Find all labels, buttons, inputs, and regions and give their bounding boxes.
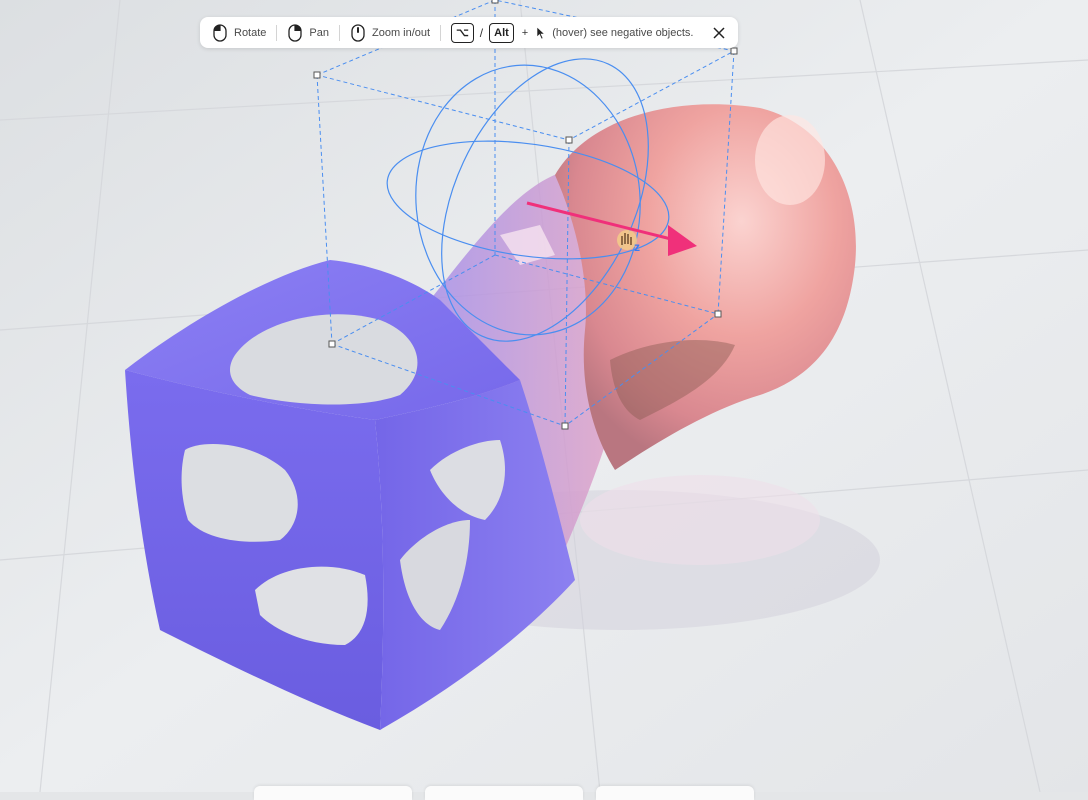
hint-zoom: Zoom in/out bbox=[350, 23, 431, 42]
gizmo-axis-label: z bbox=[634, 240, 640, 254]
pan-label: Pan bbox=[309, 26, 329, 39]
hint-rotate: Rotate bbox=[212, 23, 267, 42]
divider bbox=[440, 24, 442, 41]
rotate-label: Rotate bbox=[234, 26, 267, 39]
mouse-scroll-icon bbox=[351, 23, 365, 42]
divider bbox=[339, 24, 340, 41]
blob-highlight bbox=[755, 115, 825, 205]
bottom-tab-1[interactable] bbox=[254, 786, 412, 800]
close-button[interactable] bbox=[710, 24, 728, 42]
3d-viewport[interactable]: z bbox=[0, 0, 1088, 793]
bottom-tab-3[interactable] bbox=[596, 786, 754, 800]
plus-sign: + bbox=[521, 26, 529, 39]
pink-reflection bbox=[580, 475, 820, 565]
divider bbox=[276, 24, 278, 41]
close-icon bbox=[713, 26, 725, 39]
alt-key: Alt bbox=[489, 22, 514, 43]
scene-canvas[interactable]: z bbox=[0, 0, 1088, 793]
controls-hint-bar: Rotate Pan Zoom in/out ⌥ / Alt + (hover)… bbox=[200, 17, 738, 48]
negative-objects-label: (hover) see negative objects. bbox=[552, 26, 694, 39]
option-key: ⌥ bbox=[451, 22, 474, 43]
hint-pan: Pan bbox=[287, 23, 329, 42]
mouse-right-click-icon bbox=[288, 23, 303, 42]
mouse-left-click-icon bbox=[213, 23, 227, 42]
bottom-tab-2[interactable] bbox=[425, 786, 583, 800]
zoom-label: Zoom in/out bbox=[372, 26, 431, 39]
key-separator: / bbox=[479, 25, 484, 40]
cursor-icon bbox=[536, 25, 546, 39]
